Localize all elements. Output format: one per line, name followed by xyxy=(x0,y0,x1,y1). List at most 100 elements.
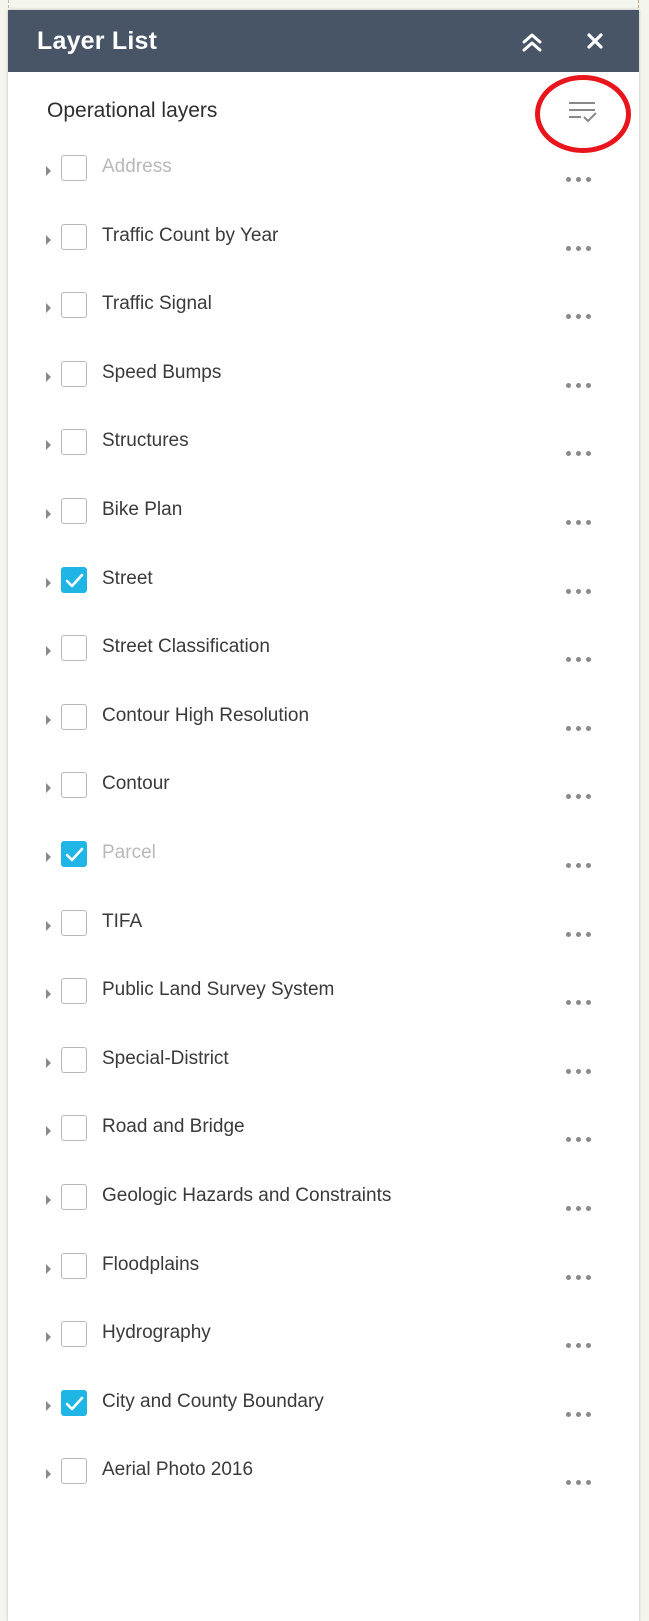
more-options-icon[interactable] xyxy=(564,312,594,322)
layer-checkbox[interactable] xyxy=(61,1115,87,1142)
layer-label[interactable]: Street Classification xyxy=(102,636,270,658)
layer-label[interactable]: Public Land Survey System xyxy=(102,979,334,1001)
layer-checkbox[interactable] xyxy=(61,497,87,524)
layer-label[interactable]: Traffic Count by Year xyxy=(102,225,278,247)
more-options-icon[interactable] xyxy=(564,998,594,1008)
more-options-icon[interactable] xyxy=(564,1410,594,1420)
more-options-icon[interactable] xyxy=(564,1478,594,1488)
layer-row: City and County Boundary xyxy=(8,1379,639,1448)
more-options-icon[interactable] xyxy=(564,587,594,597)
expand-arrow-icon[interactable] xyxy=(46,783,51,794)
more-options-icon[interactable] xyxy=(564,930,594,940)
expand-arrow-icon[interactable] xyxy=(46,1469,51,1480)
layer-row: Speed Bumps xyxy=(8,350,639,419)
more-options-icon[interactable] xyxy=(564,381,594,391)
layer-label[interactable]: Parcel xyxy=(102,842,156,864)
layer-label[interactable]: Floodplains xyxy=(102,1254,199,1276)
expand-arrow-icon[interactable] xyxy=(46,508,51,519)
more-options-icon[interactable] xyxy=(564,518,594,528)
layer-row: Address xyxy=(8,144,639,213)
layer-checkbox[interactable] xyxy=(61,1046,87,1073)
layer-checkbox[interactable] xyxy=(61,360,87,387)
layer-checkbox[interactable] xyxy=(61,1389,87,1416)
layer-checkbox[interactable] xyxy=(61,1321,87,1348)
close-icon[interactable] xyxy=(581,27,609,55)
layer-checkbox[interactable] xyxy=(61,978,87,1005)
double-chevron-up-icon[interactable] xyxy=(518,28,546,56)
layer-checkbox[interactable] xyxy=(61,566,87,593)
layer-checkbox[interactable] xyxy=(61,703,87,730)
layer-checkbox[interactable] xyxy=(61,1458,87,1485)
expand-arrow-icon[interactable] xyxy=(46,714,51,725)
layer-label[interactable]: Bike Plan xyxy=(102,499,182,521)
layer-label[interactable]: Speed Bumps xyxy=(102,362,221,384)
layer-row: Road and Bridge xyxy=(8,1104,639,1173)
section-header: Operational layers xyxy=(8,72,639,153)
layer-checkbox[interactable] xyxy=(61,635,87,662)
expand-arrow-icon[interactable] xyxy=(46,1057,51,1068)
layer-row: Traffic Count by Year xyxy=(8,213,639,282)
layer-checkbox[interactable] xyxy=(61,909,87,936)
more-options-icon[interactable] xyxy=(564,449,594,459)
highlight-circle xyxy=(535,75,631,153)
more-options-icon[interactable] xyxy=(564,792,594,802)
expand-arrow-icon[interactable] xyxy=(46,1126,51,1137)
layer-checkbox[interactable] xyxy=(61,840,87,867)
layer-label[interactable]: TIFA xyxy=(102,911,142,933)
expand-arrow-icon[interactable] xyxy=(46,646,51,657)
layer-label[interactable]: Contour High Resolution xyxy=(102,705,309,727)
expand-arrow-icon[interactable] xyxy=(46,1194,51,1205)
more-options-icon[interactable] xyxy=(564,175,594,185)
layer-label[interactable]: Aerial Photo 2016 xyxy=(102,1459,253,1481)
more-options-icon[interactable] xyxy=(564,655,594,665)
layer-label[interactable]: Hydrography xyxy=(102,1322,211,1344)
more-options-icon[interactable] xyxy=(564,1273,594,1283)
layer-row: Contour High Resolution xyxy=(8,693,639,762)
layer-checkbox[interactable] xyxy=(61,155,87,181)
layer-row: Parcel xyxy=(8,830,639,899)
layer-checkbox[interactable] xyxy=(61,292,87,319)
more-options-icon[interactable] xyxy=(564,1067,594,1077)
layer-checkbox[interactable] xyxy=(61,1183,87,1210)
layer-label[interactable]: Street xyxy=(102,568,153,590)
expand-arrow-icon[interactable] xyxy=(46,920,51,931)
section-title: Operational layers xyxy=(47,99,218,122)
expand-arrow-icon[interactable] xyxy=(46,1400,51,1411)
expand-arrow-icon[interactable] xyxy=(46,303,51,314)
layer-row: Public Land Survey System xyxy=(8,967,639,1036)
more-options-icon[interactable] xyxy=(564,1204,594,1214)
layer-label[interactable]: Structures xyxy=(102,430,189,452)
more-options-icon[interactable] xyxy=(564,861,594,871)
layer-checkbox[interactable] xyxy=(61,772,87,799)
layer-label[interactable]: Address xyxy=(102,156,172,178)
expand-arrow-icon[interactable] xyxy=(46,234,51,245)
layer-label[interactable]: City and County Boundary xyxy=(102,1391,324,1413)
layer-row: Floodplains xyxy=(8,1242,639,1311)
more-options-icon[interactable] xyxy=(564,244,594,254)
expand-arrow-icon[interactable] xyxy=(46,1263,51,1274)
layer-row: Aerial Photo 2016 xyxy=(8,1447,639,1516)
expand-arrow-icon[interactable] xyxy=(46,577,51,588)
expand-arrow-icon[interactable] xyxy=(46,851,51,862)
layer-label[interactable]: Contour xyxy=(102,773,170,795)
more-options-icon[interactable] xyxy=(564,1135,594,1145)
layer-row: Street xyxy=(8,556,639,625)
layer-checkbox[interactable] xyxy=(61,223,87,250)
layer-row: Bike Plan xyxy=(8,487,639,556)
more-options-icon[interactable] xyxy=(564,724,594,734)
layer-label[interactable]: Road and Bridge xyxy=(102,1116,245,1138)
layer-label[interactable]: Special-District xyxy=(102,1048,229,1070)
expand-arrow-icon[interactable] xyxy=(46,1332,51,1343)
layer-row: Structures xyxy=(8,418,639,487)
layer-label[interactable]: Traffic Signal xyxy=(102,293,212,315)
layer-row: Street Classification xyxy=(8,624,639,693)
layer-checkbox[interactable] xyxy=(61,1252,87,1279)
layer-label[interactable]: Geologic Hazards and Constraints xyxy=(102,1185,391,1207)
expand-arrow-icon[interactable] xyxy=(46,166,51,176)
more-options-icon[interactable] xyxy=(564,1341,594,1351)
panel-titlebar: Layer List xyxy=(8,10,639,72)
expand-arrow-icon[interactable] xyxy=(46,440,51,451)
expand-arrow-icon[interactable] xyxy=(46,989,51,1000)
expand-arrow-icon[interactable] xyxy=(46,371,51,382)
layer-checkbox[interactable] xyxy=(61,429,87,456)
